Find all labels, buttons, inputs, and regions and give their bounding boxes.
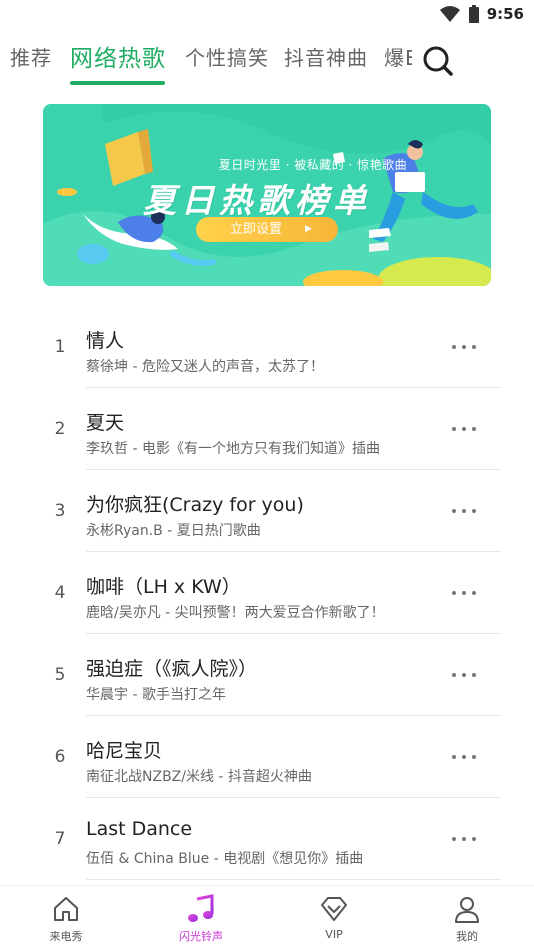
tab-more-cut[interactable]: 爆E: [384, 42, 412, 71]
more-options-icon[interactable]: [446, 420, 482, 438]
song-subtitle: 蔡徐坤 - 危险又迷人的声音，太苏了！: [86, 359, 324, 375]
divider: [86, 879, 501, 880]
banner-subtitle: 夏日时光里 · 被私藏的 · 惊艳歌曲: [218, 158, 408, 172]
wifi-icon: [439, 6, 460, 22]
song-rank: 4: [54, 583, 66, 603]
home-icon: [54, 897, 78, 921]
nav-item-mine[interactable]: 我的: [422, 886, 512, 949]
nav-label: 来电秀: [49, 930, 83, 943]
diamond-icon: [321, 897, 347, 921]
nav-item-flash-ringtone[interactable]: 闪光铃声: [156, 886, 246, 949]
song-row[interactable]: 3 为你疯狂(Crazy for you) 永彬Ryan.B - 夏日热门歌曲: [0, 470, 534, 552]
song-title: 夏天: [86, 412, 125, 434]
banner-title: 夏日热歌榜单: [143, 181, 371, 220]
song-title: 强迫症（《疯人院》）: [86, 658, 258, 680]
song-subtitle: 华晨宇 - 歌手当打之年: [86, 687, 226, 703]
more-options-icon[interactable]: [446, 666, 482, 684]
song-subtitle: 南征北战NZBZ/米线 - 抖音超火神曲: [86, 769, 312, 785]
nav-label: 闪光铃声: [179, 930, 223, 943]
song-rank: 7: [54, 829, 66, 849]
nav-label: VIP: [325, 928, 343, 941]
more-options-icon[interactable]: [446, 830, 482, 848]
song-rank: 6: [54, 747, 66, 767]
tab-funny[interactable]: 个性搞笑: [185, 42, 269, 71]
status-bar: 9:56: [0, 0, 534, 30]
nav-item-caller-show[interactable]: 来电秀: [21, 886, 111, 949]
tab-hot-songs[interactable]: 网络热歌: [70, 39, 166, 73]
song-row[interactable]: 2 夏天 李玖哲 - 电影《有一个地方只有我们知道》插曲: [0, 388, 534, 470]
search-icon[interactable]: [421, 44, 455, 78]
user-icon: [455, 897, 479, 923]
song-rank: 3: [54, 501, 66, 521]
banner-set-now-button[interactable]: 立即设置 ▶: [196, 217, 338, 242]
song-title: 哈尼宝贝: [86, 740, 163, 762]
song-subtitle: 伍佰 & China Blue - 电视剧《想见你》插曲: [86, 851, 364, 867]
song-title: 情人: [86, 330, 125, 352]
song-title: 为你疯狂(Crazy for you): [86, 494, 304, 516]
more-options-icon[interactable]: [446, 584, 482, 602]
song-rank: 5: [54, 665, 66, 685]
song-row[interactable]: 4 咖啡（LH x KW） 鹿晗/吴亦凡 - 尖叫预警！两大爱豆合作新歌了！: [0, 552, 534, 634]
song-rank: 2: [54, 419, 66, 439]
song-subtitle: 鹿晗/吴亦凡 - 尖叫预警！两大爱豆合作新歌了！: [86, 605, 385, 621]
music-note-icon: [188, 894, 214, 922]
song-title: Last Dance: [86, 818, 193, 840]
banner-button-label: 立即设置: [230, 222, 283, 237]
tab-recommend[interactable]: 推荐: [10, 42, 52, 71]
summer-hits-banner[interactable]: 夏日时光里 · 被私藏的 · 惊艳歌曲 夏日热歌榜单 立即设置 ▶: [43, 104, 491, 286]
song-rank: 1: [54, 337, 66, 357]
song-row[interactable]: 1 情人 蔡徐坤 - 危险又迷人的声音，太苏了！: [0, 306, 534, 388]
song-row[interactable]: 7 Last Dance 伍佰 & China Blue - 电视剧《想见你》插…: [0, 798, 534, 880]
category-tab-bar: 推荐 网络热歌 个性搞笑 抖音神曲 爆E: [0, 30, 534, 90]
battery-icon: [468, 5, 479, 23]
status-time: 9:56: [486, 5, 524, 23]
song-subtitle: 永彬Ryan.B - 夏日热门歌曲: [86, 523, 261, 539]
bottom-navigation: 来电秀 闪光铃声 VIP 我的: [0, 885, 534, 949]
status-icons: 9:56: [439, 5, 524, 23]
play-arrow-icon: ▶: [305, 224, 312, 234]
more-options-icon[interactable]: [446, 502, 482, 520]
tab-list: 推荐 网络热歌 个性搞笑 抖音神曲 爆E: [0, 30, 412, 90]
more-options-icon[interactable]: [446, 338, 482, 356]
song-row[interactable]: 6 哈尼宝贝 南征北战NZBZ/米线 - 抖音超火神曲: [0, 716, 534, 798]
song-title: 咖啡（LH x KW）: [86, 576, 241, 598]
song-row[interactable]: 5 强迫症（《疯人院》） 华晨宇 - 歌手当打之年: [0, 634, 534, 716]
nav-label: 我的: [456, 930, 478, 943]
tab-douyin[interactable]: 抖音神曲: [284, 42, 368, 71]
active-tab-indicator: [70, 81, 165, 85]
song-subtitle: 李玖哲 - 电影《有一个地方只有我们知道》插曲: [86, 441, 380, 457]
nav-item-vip[interactable]: VIP: [289, 886, 379, 949]
more-options-icon[interactable]: [446, 748, 482, 766]
